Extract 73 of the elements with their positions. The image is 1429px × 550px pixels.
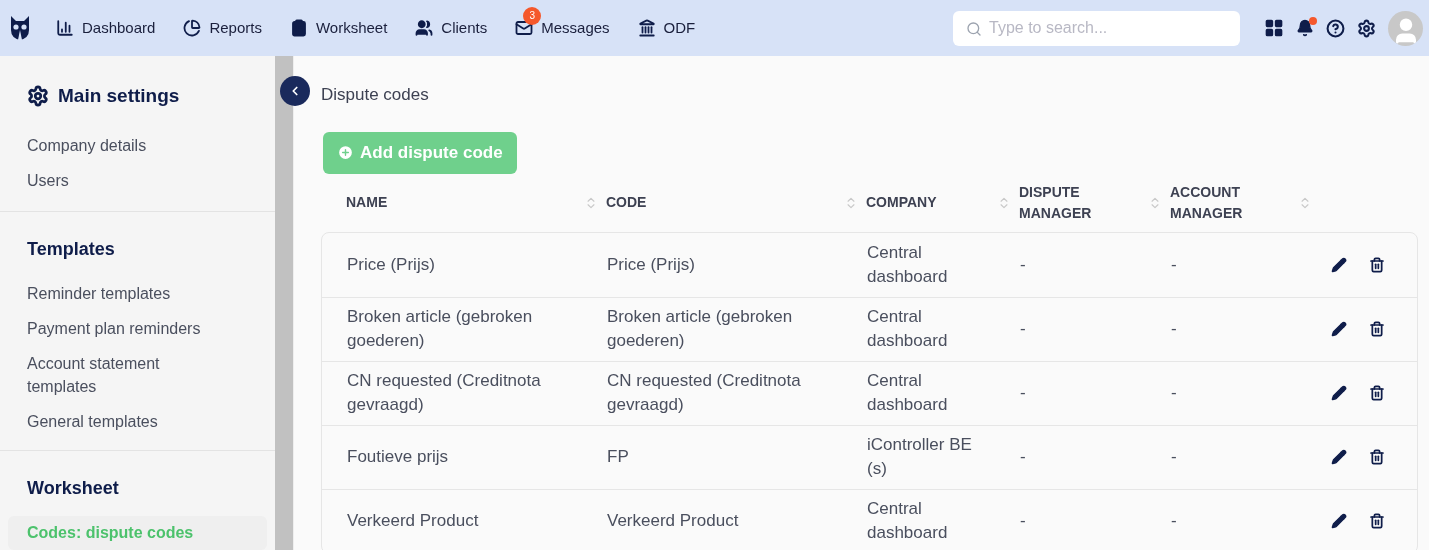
column-header[interactable]: DISPUTE MANAGER: [1019, 181, 1129, 224]
envelope-icon: [515, 19, 534, 37]
pie-chart-icon: [183, 19, 202, 37]
sidebar-item[interactable]: Reminder templates: [0, 276, 275, 310]
table-cell: Price (Prijs): [347, 254, 435, 274]
help-icon[interactable]: [1326, 18, 1345, 38]
badge: 3: [523, 6, 542, 25]
collapse-button[interactable]: [280, 76, 310, 106]
edit-icon[interactable]: [1331, 321, 1347, 337]
table-cell: -: [1171, 383, 1177, 402]
table-cell: -: [1020, 383, 1026, 402]
table-cell: Foutieve prijs: [347, 447, 449, 466]
edit-icon[interactable]: [1331, 449, 1347, 465]
table-cell: -: [1020, 447, 1026, 466]
edit-icon[interactable]: [1331, 513, 1347, 529]
bank-icon: [637, 19, 656, 37]
column-header[interactable]: NAME: [346, 192, 456, 213]
table-cell: CN requested (Creditnota gevraagd): [347, 371, 541, 414]
table-cell: CN requested (Creditnota gevraagd): [607, 371, 801, 414]
table-cell: Central dashboard: [867, 242, 948, 286]
gear-icon: [27, 85, 49, 108]
table-cell: -: [1171, 254, 1177, 274]
column-header[interactable]: CODE: [606, 192, 716, 213]
table-cell: Central dashboard: [867, 499, 948, 542]
column-header[interactable]: COMPANY: [866, 192, 976, 213]
sidebar-item[interactable]: Account statement templates: [0, 346, 275, 403]
table-cell: -: [1020, 254, 1026, 274]
sidebar-title: Main settings: [58, 84, 180, 108]
table-cell: -: [1171, 447, 1177, 466]
nav-link[interactable]: Dashboard: [56, 16, 156, 40]
users-icon: [415, 19, 434, 37]
delete-icon[interactable]: [1369, 385, 1385, 401]
chart-icon: [56, 19, 74, 37]
nav-link[interactable]: ODF: [637, 16, 696, 40]
table-cell: Central dashboard: [867, 307, 948, 350]
table-cell: Verkeerd Product: [607, 511, 739, 530]
nav-link[interactable]: Reports: [183, 16, 262, 40]
delete-icon[interactable]: [1369, 449, 1385, 465]
sidebar-item[interactable]: General templates: [0, 404, 275, 438]
sidebar-item[interactable]: Users: [0, 163, 275, 197]
sidebar-item[interactable]: Company details: [0, 128, 275, 162]
page-title: Dispute codes: [321, 84, 430, 106]
sidebar-item[interactable]: Payment plan reminders: [0, 311, 275, 345]
table-cell: iController BE (s): [867, 435, 972, 478]
column-header[interactable]: ACCOUNT MANAGER: [1170, 181, 1280, 224]
bell-icon[interactable]: [1296, 19, 1314, 37]
scrollbar[interactable]: [275, 56, 293, 550]
table-cell: -: [1020, 319, 1026, 338]
search-icon: [966, 20, 982, 37]
section-heading: Worksheet: [26, 476, 120, 500]
table-cell: Broken article (gebroken goederen): [607, 307, 793, 350]
nav-link[interactable]: Clients: [415, 16, 488, 40]
table-cell: -: [1020, 511, 1026, 530]
table-cell: Central dashboard: [867, 371, 948, 414]
settings-icon[interactable]: [1357, 18, 1376, 38]
table-cell: FP: [607, 447, 629, 466]
owl-logo-icon: [10, 16, 30, 40]
delete-icon[interactable]: [1369, 513, 1385, 529]
table-cell: -: [1171, 511, 1177, 530]
clipboard-icon: [289, 19, 308, 37]
search-field[interactable]: Type to search...: [953, 10, 1240, 46]
table-cell: Price (Prijs): [607, 254, 695, 274]
apps-grid-icon[interactable]: [1264, 18, 1284, 38]
delete-icon[interactable]: [1369, 321, 1385, 337]
plus-circle-icon: [337, 144, 354, 161]
table-cell: Verkeerd Product: [347, 511, 479, 530]
table-cell: -: [1171, 319, 1177, 338]
nav-link[interactable]: Worksheet: [289, 16, 388, 40]
edit-icon[interactable]: [1331, 256, 1347, 273]
edit-icon[interactable]: [1331, 385, 1347, 401]
section-heading: Templates: [26, 237, 116, 261]
delete-icon[interactable]: [1369, 256, 1385, 273]
table-cell: Broken article (gebroken goederen): [347, 307, 533, 350]
